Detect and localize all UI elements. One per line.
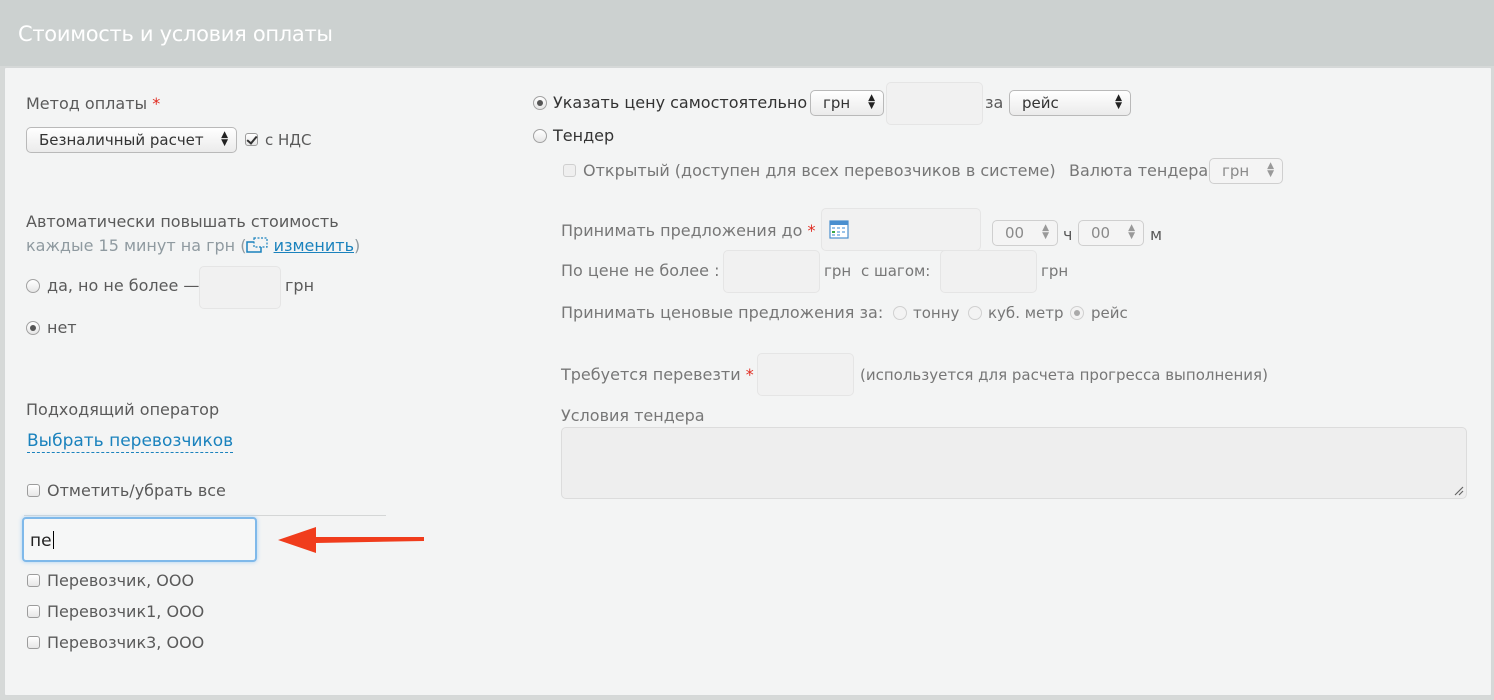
carrier-search-input[interactable]: пе bbox=[22, 517, 257, 562]
text-caret bbox=[52, 531, 54, 549]
resize-handle-icon[interactable] bbox=[1452, 484, 1464, 496]
auto-raise-subtitle: каждые 15 минут на грн ( изменить) bbox=[26, 236, 360, 255]
own-price-radio[interactable] bbox=[533, 96, 547, 110]
accept-per-label: Принимать ценовые предложения за: bbox=[561, 303, 884, 322]
auto-raise-no-label: нет bbox=[47, 318, 77, 337]
price-input[interactable] bbox=[886, 82, 983, 125]
operator-title: Подходящий оператор bbox=[26, 400, 220, 419]
calendar-icon[interactable] bbox=[829, 219, 849, 239]
tender-currency-value: грн bbox=[1222, 162, 1250, 180]
carrier-label: Перевозчик1, ООО bbox=[47, 602, 205, 621]
vat-label: с НДС bbox=[265, 131, 312, 149]
own-price-label: Указать цену самостоятельно bbox=[553, 93, 808, 112]
carrier-search-value: пе bbox=[30, 531, 54, 551]
auto-raise-yes-label: да, но не более — bbox=[47, 276, 200, 295]
auto-raise-subtitle-text: каждые 15 минут на грн ( bbox=[26, 236, 247, 255]
payment-method-label-text: Метод оплаты bbox=[26, 94, 148, 113]
tender-currency-select[interactable]: грн ▲ ▼ bbox=[1209, 158, 1283, 184]
section-header: Стоимость и условия оплаты bbox=[0, 0, 1494, 66]
carrier-label: Перевозчик, ООО bbox=[47, 571, 195, 590]
per-label: за bbox=[985, 93, 1004, 112]
select-arrows-icon: ▲ ▼ bbox=[1267, 161, 1274, 179]
max-price-label: По цене не более : bbox=[561, 261, 720, 280]
auto-raise-no-radio[interactable] bbox=[26, 321, 40, 335]
select-arrows-icon: ▲ ▼ bbox=[1042, 223, 1049, 241]
currency-value: грн bbox=[823, 94, 851, 112]
tender-conditions-textarea[interactable] bbox=[561, 427, 1467, 499]
auto-raise-max-input[interactable] bbox=[199, 266, 281, 309]
select-arrows-icon: ▲ ▼ bbox=[221, 130, 228, 148]
payment-method-label: Метод оплаты * bbox=[26, 94, 160, 113]
select-arrows-icon: ▲ ▼ bbox=[1128, 223, 1135, 241]
hours-value: 00 bbox=[1005, 224, 1025, 242]
max-price-unit: грн bbox=[824, 262, 852, 280]
vat-checkbox[interactable] bbox=[245, 133, 258, 146]
auto-raise-title: Автоматически повышать стоимость bbox=[26, 212, 339, 231]
divider bbox=[24, 515, 386, 516]
payment-method-value: Безналичный расчет bbox=[39, 131, 204, 149]
carrier-search-text: пе bbox=[30, 531, 52, 551]
per-unit-select[interactable]: рейс ▲ ▼ bbox=[1009, 90, 1131, 116]
accept-per-trip-label: рейс bbox=[1091, 304, 1128, 322]
carrier-checkbox[interactable] bbox=[27, 636, 40, 649]
auto-raise-yes-unit: грн bbox=[285, 276, 315, 295]
currency-select[interactable]: грн ▲ ▼ bbox=[810, 90, 884, 116]
accept-per-trip-radio[interactable] bbox=[1070, 306, 1084, 320]
toggle-all-label: Отметить/убрать все bbox=[47, 481, 226, 500]
step-input[interactable] bbox=[940, 250, 1037, 293]
payment-method-select[interactable]: Безналичный расчет ▲ ▼ bbox=[26, 127, 237, 153]
accept-per-cubic-label: куб. метр bbox=[988, 304, 1064, 322]
auto-raise-yes-radio[interactable] bbox=[26, 279, 40, 293]
accept-per-ton-label: тонну bbox=[913, 304, 960, 322]
required-mark: * bbox=[152, 94, 161, 113]
required-transport-input[interactable] bbox=[757, 353, 854, 396]
max-price-input[interactable] bbox=[723, 250, 820, 293]
select-arrows-icon: ▲ ▼ bbox=[1115, 93, 1122, 111]
tender-radio[interactable] bbox=[533, 129, 547, 143]
section-title: Стоимость и условия оплаты bbox=[18, 22, 333, 46]
hours-unit: ч bbox=[1063, 225, 1073, 244]
minutes-unit: м bbox=[1150, 225, 1163, 244]
required-mark: * bbox=[745, 365, 754, 384]
required-mark: * bbox=[807, 221, 816, 240]
tender-conditions-label: Условия тендера bbox=[561, 406, 705, 425]
select-arrows-icon: ▲ ▼ bbox=[868, 93, 875, 111]
carrier-label: Перевозчик3, ООО bbox=[47, 633, 205, 652]
per-unit-value: рейс bbox=[1022, 94, 1059, 112]
change-link[interactable]: изменить bbox=[274, 236, 354, 255]
edit-window-icon[interactable] bbox=[246, 237, 269, 253]
required-transport-text: Требуется перевезти bbox=[561, 365, 741, 384]
accept-per-cubic-radio[interactable] bbox=[968, 306, 982, 320]
step-label: с шагом: bbox=[861, 262, 931, 280]
accept-per-ton-radio[interactable] bbox=[893, 306, 907, 320]
tender-label: Тендер bbox=[553, 126, 615, 145]
auto-raise-subtitle-end: ) bbox=[354, 236, 361, 255]
accept-until-label: Принимать предложения до * bbox=[561, 221, 815, 240]
step-unit: грн bbox=[1041, 262, 1069, 280]
required-transport-note: (используется для расчета прогресса выпо… bbox=[860, 366, 1268, 384]
carrier-checkbox[interactable] bbox=[27, 574, 40, 587]
minutes-select[interactable]: 00 ▲ ▼ bbox=[1078, 220, 1144, 246]
required-transport-label: Требуется перевезти * bbox=[561, 365, 754, 384]
choose-carriers-link[interactable]: Выбрать перевозчиков bbox=[27, 431, 234, 453]
tender-currency-label: Валюта тендера bbox=[1069, 161, 1209, 180]
toggle-all-checkbox[interactable] bbox=[27, 484, 40, 497]
open-tender-checkbox[interactable] bbox=[563, 164, 576, 177]
red-arrow-icon bbox=[278, 527, 424, 553]
carrier-checkbox[interactable] bbox=[27, 605, 40, 618]
accept-until-text: Принимать предложения до bbox=[561, 221, 803, 240]
hours-select[interactable]: 00 ▲ ▼ bbox=[992, 220, 1058, 246]
minutes-value: 00 bbox=[1091, 224, 1111, 242]
open-tender-label: Открытый (доступен для всех перевозчиков… bbox=[583, 161, 1056, 180]
